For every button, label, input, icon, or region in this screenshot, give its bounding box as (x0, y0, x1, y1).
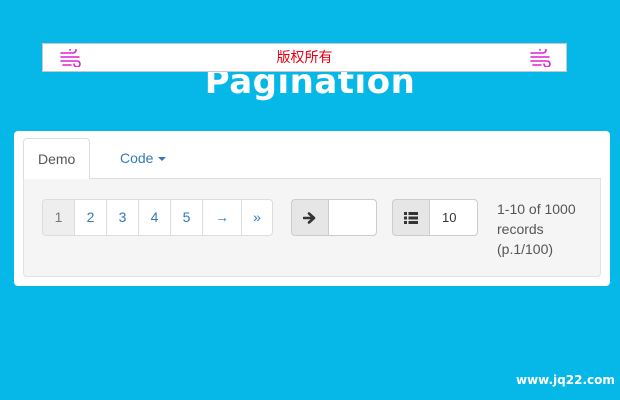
page-size-input[interactable] (430, 199, 478, 236)
caret-down-icon (158, 157, 167, 162)
page-button-5[interactable]: 5 (170, 199, 203, 236)
tab-demo-label: Demo (38, 151, 76, 167)
copyright-text: 版权所有 (276, 50, 333, 66)
page-button-4[interactable]: 4 (138, 199, 171, 236)
jump-to-page-group (291, 199, 377, 236)
tab-code-label: Code (120, 150, 154, 166)
page-size-group (392, 199, 478, 236)
records-range: 1-10 of 1000 (497, 201, 576, 217)
list-icon (404, 211, 418, 224)
records-label: records (497, 221, 544, 237)
tab-demo[interactable]: Demo (23, 138, 91, 180)
records-page: (p.1/100) (497, 241, 554, 257)
pagination: 1 2 3 4 5 → » (42, 199, 273, 236)
watermark-text: www.jq22.com (516, 373, 615, 387)
wind-icon (530, 49, 551, 67)
jump-page-input[interactable] (329, 199, 377, 236)
last-page-button[interactable]: » (241, 199, 273, 236)
tab-code[interactable]: Code (106, 138, 180, 179)
page-button-3[interactable]: 3 (106, 199, 139, 236)
jump-button[interactable] (291, 199, 329, 236)
next-page-button[interactable]: → (202, 199, 242, 236)
copyright-banner: 版权所有 (42, 43, 567, 72)
page-button-1[interactable]: 1 (42, 199, 75, 236)
demo-card: Demo Code 1 2 3 4 5 → » 10 1-10 of 1000 … (14, 131, 610, 286)
records-info: 1-10 of 1000 records (p.1/100) (497, 199, 597, 259)
arrow-right-icon (303, 211, 316, 224)
tab-bar: Demo Code (23, 138, 601, 180)
page-size-addon (392, 199, 430, 236)
demo-panel: 1 2 3 4 5 → » 10 1-10 of 1000 records (p… (23, 179, 601, 277)
page-button-2[interactable]: 2 (74, 199, 107, 236)
